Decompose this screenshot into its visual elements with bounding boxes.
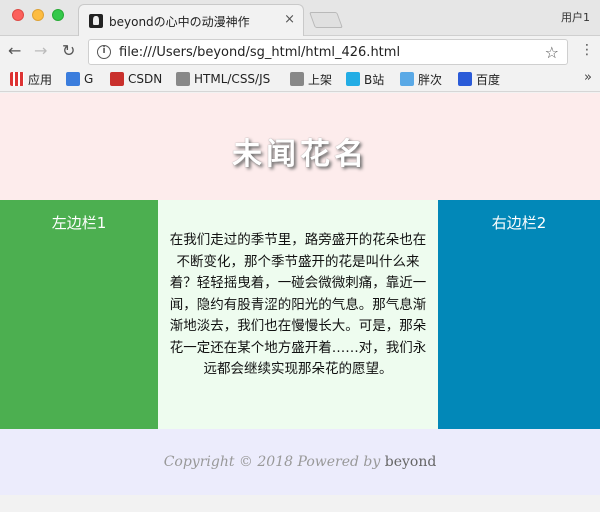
- right-sidebar: 右边栏2: [438, 200, 600, 429]
- csdn-icon: [110, 72, 124, 86]
- bookmark-csdn[interactable]: CSDN: [110, 71, 162, 87]
- browser-toolbar: ← → ↻ i file:///Users/beyond/sg_html/htm…: [0, 36, 600, 66]
- reload-icon[interactable]: ↻: [62, 41, 75, 60]
- forward-arrow-icon[interactable]: →: [34, 41, 47, 60]
- tab-close-icon[interactable]: ×: [284, 12, 295, 27]
- page-footer: Copyright © 2018 Powered by beyond: [0, 429, 600, 495]
- bilibili-icon: [346, 72, 360, 86]
- baidu-paw-icon: [458, 72, 472, 86]
- bookmark-bilibili[interactable]: B站: [346, 71, 384, 87]
- right-sidebar-title: 右边栏2: [491, 214, 547, 232]
- bookmark-html-css-js[interactable]: HTML/CSS/JS: [176, 71, 270, 87]
- bookmark-pangci[interactable]: 胖次: [400, 71, 442, 87]
- bookmark-apps[interactable]: 应用: [10, 71, 52, 87]
- bookmarks-more-icon[interactable]: »: [584, 70, 592, 85]
- apps-grid-icon: [10, 72, 24, 86]
- user-profile-label[interactable]: 用户1: [561, 9, 590, 25]
- footer-copyright: Copyright © 2018: [163, 454, 294, 470]
- back-arrow-icon[interactable]: ←: [8, 41, 21, 60]
- footer-text: Copyright © 2018 Powered by beyond: [0, 454, 600, 470]
- footer-powered-by: Powered by: [297, 454, 381, 470]
- url-text[interactable]: file:///Users/beyond/sg_html/html_426.ht…: [119, 45, 400, 60]
- tab-title: beyondの心中の动漫神作: [109, 15, 250, 29]
- main-content: 在我们走过的季节里，路旁盛开的花朵也在不断变化，那个季节盛开的花是叫什么来着？轻…: [158, 200, 438, 429]
- left-sidebar-title: 左边栏1: [51, 214, 107, 232]
- web-page: 未闻花名 左边栏1 在我们走过的季节里，路旁盛开的花朵也在不断变化，那个季节盛开…: [0, 93, 600, 495]
- page-header: 未闻花名: [0, 93, 600, 200]
- address-bar[interactable]: i file:///Users/beyond/sg_html/html_426.…: [88, 39, 568, 65]
- zoom-window-button[interactable]: [52, 9, 64, 21]
- footer-author: beyond: [384, 454, 437, 470]
- browser-menu-icon[interactable]: ⋮: [580, 42, 594, 58]
- left-sidebar: 左边栏1: [0, 200, 158, 429]
- browser-tab[interactable]: beyondの心中の动漫神作 ×: [78, 4, 304, 36]
- bookmarks-bar: 应用 G CSDN HTML/CSS/JS 上架 B站 胖次 百度 »: [0, 66, 600, 92]
- bookmark-star-icon[interactable]: ☆: [545, 43, 559, 62]
- bookmark-shangjia[interactable]: 上架: [290, 71, 332, 87]
- g-site-icon: [66, 72, 80, 86]
- wave-icon: [400, 72, 414, 86]
- folder-icon: [176, 72, 190, 86]
- close-window-button[interactable]: [12, 9, 24, 21]
- content-paragraph: 在我们走过的季节里，路旁盛开的花朵也在不断变化，那个季节盛开的花是叫什么来着？轻…: [169, 232, 427, 377]
- window-titlebar: beyondの心中の动漫神作 × 用户1: [0, 0, 600, 36]
- tab-favicon-icon: [89, 14, 103, 28]
- info-icon[interactable]: i: [97, 45, 111, 59]
- page-title: 未闻花名: [232, 137, 368, 172]
- folder-icon: [290, 72, 304, 86]
- bookmark-baidu[interactable]: 百度: [458, 71, 500, 87]
- minimize-window-button[interactable]: [32, 9, 44, 21]
- new-tab-button[interactable]: [309, 12, 343, 28]
- bookmark-g[interactable]: G: [66, 71, 93, 87]
